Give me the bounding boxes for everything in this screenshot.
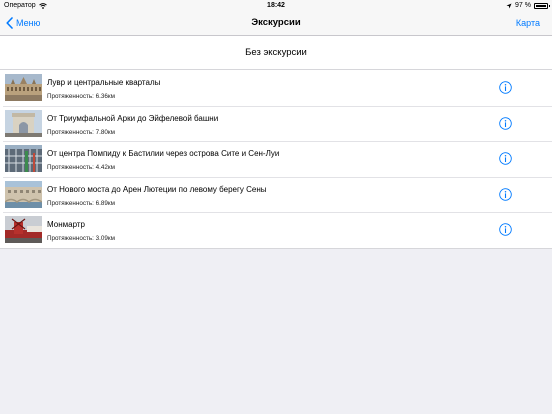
info-icon[interactable]: [499, 187, 512, 201]
battery-icon: [534, 2, 550, 9]
excursion-distance: Протяженность: 6.89км: [47, 199, 116, 207]
excursion-list: Без экскурсии Лувр и центральные квартал…: [0, 36, 552, 249]
excursion-distance: Протяженность: 3.09км: [47, 235, 116, 242]
excursion-row[interactable]: От Триумфальной Арки до Эйфелевой башни …: [0, 105, 552, 142]
excursion-title: От центра Помпиду к Бастилии через остро…: [47, 149, 280, 158]
navigation-bar: Меню Экскурсии Карта: [0, 11, 552, 36]
excursion-title: Монмартр: [47, 220, 85, 229]
excursion-title: От Триумфальной Арки до Эйфелевой башни: [47, 113, 219, 123]
excursion-distance: Протяженность: 6.36км: [47, 93, 116, 100]
excursion-row[interactable]: Монмартр Протяженность: 3.09км: [0, 212, 552, 248]
battery-fill: [536, 4, 546, 7]
page-title: Экскурсии: [251, 17, 301, 28]
excursion-title: От Нового моста до Арен Лютеции по левом…: [47, 184, 267, 194]
louvre-thumbnail: [5, 74, 42, 101]
info-icon[interactable]: [499, 81, 512, 94]
excursion-distance: Протяженность: 4.42км: [47, 164, 116, 171]
excursion-row[interactable]: От Нового моста до Арен Лютеции по левом…: [0, 176, 552, 213]
excursion-row[interactable]: Лувр и центральные кварталы Протяженност…: [0, 70, 552, 106]
status-time: 18:42: [267, 2, 285, 9]
info-icon[interactable]: [499, 223, 512, 236]
info-icon[interactable]: [499, 116, 512, 130]
excursion-distance: Протяженность: 7.80км: [47, 128, 116, 136]
pompidou-thumbnail: [5, 145, 42, 172]
no-excursion-row[interactable]: Без экскурсии: [0, 36, 552, 70]
excursion-title: Лувр и центральные кварталы: [47, 78, 161, 87]
excursion-row[interactable]: От центра Помпиду к Бастилии через остро…: [0, 141, 552, 177]
pont-neuf-thumbnail: [5, 180, 42, 208]
status-bar: Оператор 18:42 97 %: [0, 0, 552, 11]
map-button[interactable]: Карта: [516, 11, 540, 35]
status-right-group: 97 %: [506, 0, 550, 11]
moulin-rouge-thumbnail: [5, 216, 42, 243]
location-arrow-icon: [506, 3, 512, 8]
info-icon[interactable]: [499, 152, 512, 165]
arc-de-triomphe-thumbnail: [5, 109, 42, 137]
battery-percent: 97 %: [515, 2, 531, 9]
